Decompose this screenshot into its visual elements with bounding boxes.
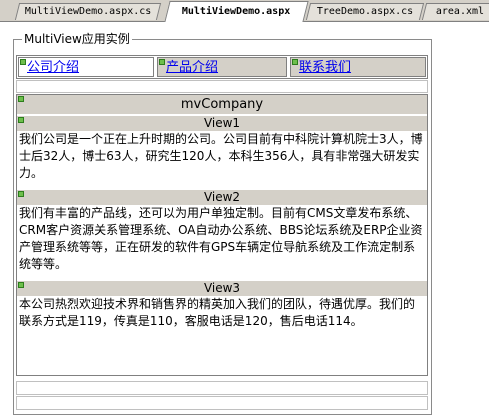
- design-surface[interactable]: MultiView应用实例 公司介绍 产品介绍 联系我们 mvCompany V…: [0, 22, 489, 420]
- view-name: View1: [203, 116, 241, 130]
- control-glyph-icon: [18, 117, 24, 123]
- multiview-title: mvCompany: [180, 97, 264, 112]
- tab-area-xml[interactable]: area.xml: [421, 3, 489, 20]
- menu-item-contact-us[interactable]: 联系我们: [290, 57, 426, 77]
- view-header[interactable]: View2: [17, 190, 427, 205]
- control-glyph-icon: [18, 96, 24, 102]
- empty-table-row: [16, 396, 428, 410]
- company-menu[interactable]: 公司介绍 产品介绍 联系我们: [16, 55, 428, 79]
- control-glyph-icon: [20, 59, 26, 65]
- tab-label: MultiViewDemo.aspx: [182, 6, 291, 17]
- menu-link-contact-us[interactable]: 联系我们: [291, 60, 351, 75]
- view-name: View2: [203, 190, 241, 204]
- view-name: View3: [203, 281, 241, 295]
- fieldset-legend: MultiView应用实例: [22, 32, 132, 46]
- multiview-header[interactable]: mvCompany: [17, 95, 427, 114]
- control-glyph-icon: [18, 282, 24, 288]
- multiview-fieldset[interactable]: MultiView应用实例 公司介绍 产品介绍 联系我们 mvCompany V…: [13, 32, 432, 415]
- tab-label: area.xml: [435, 6, 484, 17]
- document-tab-strip: MultiViewDemo.aspx.cs MultiViewDemo.aspx…: [0, 0, 489, 22]
- view-panel-1[interactable]: View1 我们公司是一个正在上升时期的公司。公司目前有中科院计算机院士3人，博…: [17, 116, 427, 182]
- tab-multiviewdemo-aspx[interactable]: MultiViewDemo.aspx: [164, 1, 309, 22]
- control-glyph-icon: [292, 59, 298, 65]
- view-content: 本公司热烈欢迎技术界和销售界的精英加入我们的团队，待遇优厚。我们的联系方式是11…: [19, 297, 416, 328]
- tab-treedemo-aspx-cs[interactable]: TreeDemo.aspx.cs: [305, 3, 425, 20]
- menu-item-product-intro[interactable]: 产品介绍: [157, 57, 287, 77]
- menu-item-company-intro[interactable]: 公司介绍: [18, 57, 154, 77]
- view-panel-2[interactable]: View2 我们有丰富的产品线，还可以为用户单独定制。目前有CMS文章发布系统、…: [17, 190, 427, 273]
- tab-label: TreeDemo.aspx.cs: [316, 6, 414, 17]
- view-header[interactable]: View1: [17, 116, 427, 131]
- control-glyph-icon: [18, 191, 24, 197]
- empty-table-row: [16, 80, 428, 93]
- view-content: 我们有丰富的产品线，还可以为用户单独定制。目前有CMS文章发布系统、CRM客户资…: [19, 206, 423, 271]
- menu-link-product-intro[interactable]: 产品介绍: [158, 60, 218, 75]
- tab-label: MultiViewDemo.aspx.cs: [24, 6, 152, 17]
- view-panel-3[interactable]: View3 本公司热烈欢迎技术界和销售界的精英加入我们的团队，待遇优厚。我们的联…: [17, 281, 427, 330]
- empty-table-row: [16, 381, 428, 395]
- control-glyph-icon: [159, 59, 165, 65]
- tab-multiviewdemo-aspx-cs[interactable]: MultiViewDemo.aspx.cs: [14, 3, 162, 20]
- view-header[interactable]: View3: [17, 281, 427, 296]
- menu-link-company-intro[interactable]: 公司介绍: [19, 60, 79, 75]
- view-content: 我们公司是一个正在上升时期的公司。公司目前有中科院计算机院士3人，博士后32人，…: [19, 132, 423, 180]
- multiview-control[interactable]: mvCompany View1 我们公司是一个正在上升时期的公司。公司目前有中科…: [16, 94, 428, 376]
